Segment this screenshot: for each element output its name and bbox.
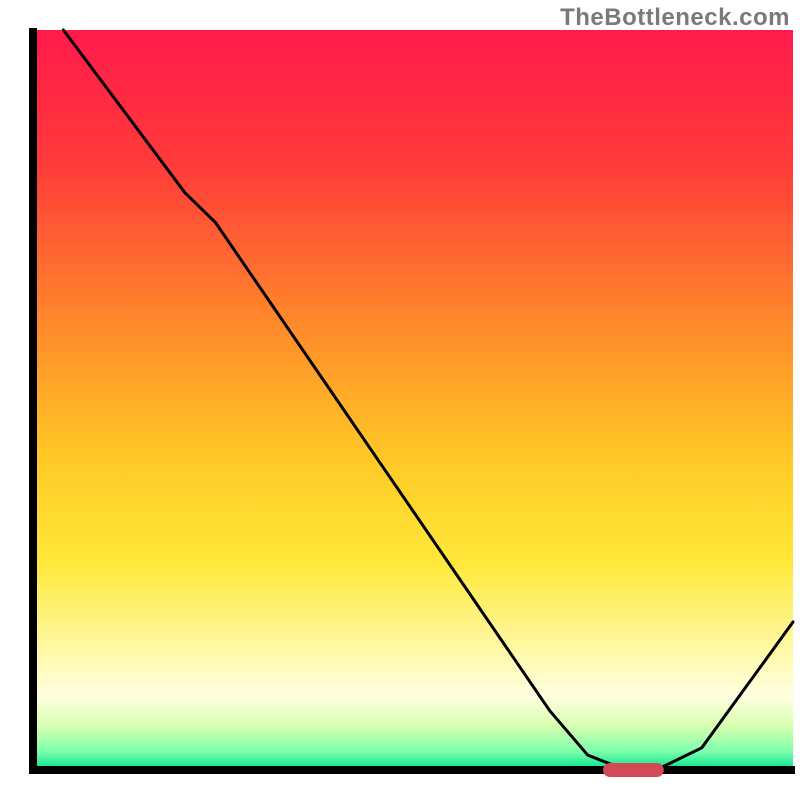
watermark-label: TheBottleneck.com (560, 4, 790, 32)
plot-area (29, 28, 795, 777)
chart-svg (0, 0, 800, 800)
bottleneck-chart: TheBottleneck.com (0, 0, 800, 800)
optimal-range-marker (603, 763, 664, 777)
